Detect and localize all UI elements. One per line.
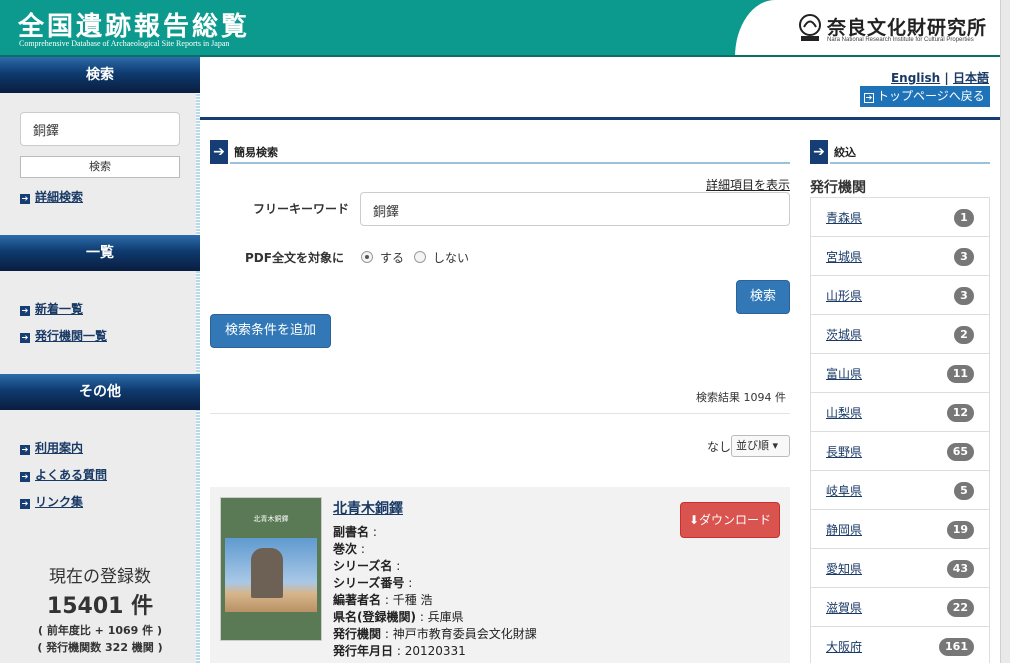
keyword-label: フリーキーワード [253,202,350,216]
site-header: 全国遺跡報告総覧 Comprehensive Database of Archa… [0,0,1000,57]
facet-list: 青森県 1 宮城県 3 山形県 3 茨城県 2 富山県 11 山梨県 12 長野県 65 岐阜… [810,197,990,663]
arrow-right-icon: ➔ [864,93,874,103]
registered-label: 現在の登録数 [49,567,151,587]
count-badge: 65 [946,443,974,461]
count-badge: 19 [946,521,974,539]
keyword-input[interactable]: 銅鐸 [360,192,790,226]
simple-search-heading: ➔ 簡易検索 [210,140,790,164]
count-badge: 3 [954,287,974,305]
count-badge: 43 [946,560,974,578]
arrow-right-icon: ➔ [20,306,30,316]
result-field: シリーズ番号 : [333,576,413,590]
result-field: 副書名 : [333,525,377,539]
count-badge: 161 [939,638,974,656]
facet-item[interactable]: 茨城県 2 [811,315,989,354]
back-to-top-button[interactable]: ➔ トップページへ戻る [860,86,990,107]
facet-item[interactable]: 静岡県 19 [811,510,989,549]
lang-japanese-link[interactable]: 日本語 [953,71,989,85]
download-button[interactable]: ⬇ダウンロード [680,502,780,538]
facet-item[interactable]: 大阪府 161 [811,627,989,663]
facet-item[interactable]: 岐阜県 5 [811,471,989,510]
search-button[interactable]: 検索 [736,280,790,314]
registered-orgs: ( 発行機関数 322 機関 ) [37,641,163,654]
result-field: 巻次 : [333,542,365,556]
facet-item[interactable]: 滋賀県 22 [811,588,989,627]
facet-item[interactable]: 愛知県 43 [811,549,989,588]
arrow-right-icon: ➔ [20,499,30,509]
result-field: 県名(登録機関) : 兵庫県 [333,610,464,624]
language-switch: English | 日本語 [891,69,989,86]
sidebar-link-orgs[interactable]: ➔ 発行機関一覧 [20,327,107,344]
site-title[interactable]: 全国遺跡報告総覧 [18,6,250,43]
facet-item[interactable]: 長野県 65 [811,432,989,471]
pdf-fulltext-label: PDF全文を対象に [245,251,344,265]
sidebar-link-detail-search[interactable]: ➔ 詳細検索 [20,188,83,205]
count-badge: 3 [954,248,974,266]
main-divider [200,117,1000,120]
pdf-no-radio[interactable] [414,251,426,263]
sidebar-search-input[interactable]: 銅鐸 [20,112,180,146]
show-detail-link[interactable]: 詳細項目を表示 [706,176,790,193]
caret-down-icon: ▾ [772,439,779,452]
sort-dropdown[interactable]: 並び順 ▾ [731,435,790,457]
site-subtitle: Comprehensive Database of Archaeological… [19,39,230,48]
sidebar-link-new[interactable]: ➔ 新着一覧 [20,300,83,317]
cover-title: 北青木銅鐸 [253,515,289,523]
sidebar-search-button[interactable]: 検索 [20,156,180,178]
result-title[interactable]: 北青木銅鐸 [333,498,403,518]
window-scrollbar[interactable] [1000,0,1010,663]
result-field: 発行年月日 : 20120331 [333,644,466,658]
arrow-right-icon: ➔ [20,194,30,204]
download-icon: ⬇ [688,513,700,527]
sidebar-head-search: 検索 [0,57,200,93]
pdf-yes-label[interactable]: する [380,249,404,266]
count-badge: 11 [946,365,974,383]
sidebar-link-guide[interactable]: ➔ 利用案内 [20,439,83,456]
bronze-bell-image [251,548,283,598]
count-badge: 1 [954,209,974,227]
result-field: 編著者名 : 千種 浩 [333,593,433,607]
lang-english-link[interactable]: English [891,71,940,85]
arrow-right-icon: ➔ [20,445,30,455]
registered-count: 15401 件 [46,594,154,619]
sidebar-head-list: 一覧 [0,235,200,271]
org-name: 奈良文化財研究所 [827,17,988,39]
result-thumbnail[interactable]: 北青木銅鐸 [220,497,322,641]
arrow-right-icon: ➔ [810,140,828,164]
pdf-no-label[interactable]: しない [433,249,469,266]
results-divider [210,413,790,414]
facet-item[interactable]: 山形県 3 [811,276,989,315]
lang-separator: | [944,71,949,85]
count-badge: 5 [954,482,974,500]
result-count: 検索結果 1094 件 [696,391,786,404]
org-subtitle: Nara National Research Institute for Cul… [827,37,974,43]
facet-item[interactable]: 山梨県 12 [811,393,989,432]
result-field: 発行機関 : 神戸市教育委員会文化財課 [333,627,537,641]
arrow-right-icon: ➔ [20,333,30,343]
add-condition-button[interactable]: 検索条件を追加 [210,314,331,348]
facet-group-title: 発行機関 [810,180,866,196]
org-logo[interactable]: 奈良文化財研究所 Nara National Research Institut… [735,0,1000,57]
count-badge: 2 [954,326,974,344]
count-badge: 12 [946,404,974,422]
pdf-yes-radio[interactable] [361,251,373,263]
sidebar-link-faq[interactable]: ➔ よくある質問 [20,466,107,483]
nabunken-logo-icon [799,14,821,41]
count-badge: 22 [946,599,974,617]
arrow-right-icon: ➔ [20,472,30,482]
facet-item[interactable]: 富山県 11 [811,354,989,393]
facet-item[interactable]: 青森県 1 [811,198,989,237]
result-field: シリーズ名 : [333,559,401,573]
sort-none-label: なし [707,440,732,454]
sidebar-head-other: その他 [0,374,200,410]
sidebar-link-links[interactable]: ➔ リンク集 [20,493,83,510]
filter-heading: ➔ 絞込 [810,140,990,164]
facet-item[interactable]: 宮城県 3 [811,237,989,276]
registered-yoy: ( 前年度比 + 1069 件 ) [37,624,163,637]
arrow-right-icon: ➔ [210,140,228,164]
